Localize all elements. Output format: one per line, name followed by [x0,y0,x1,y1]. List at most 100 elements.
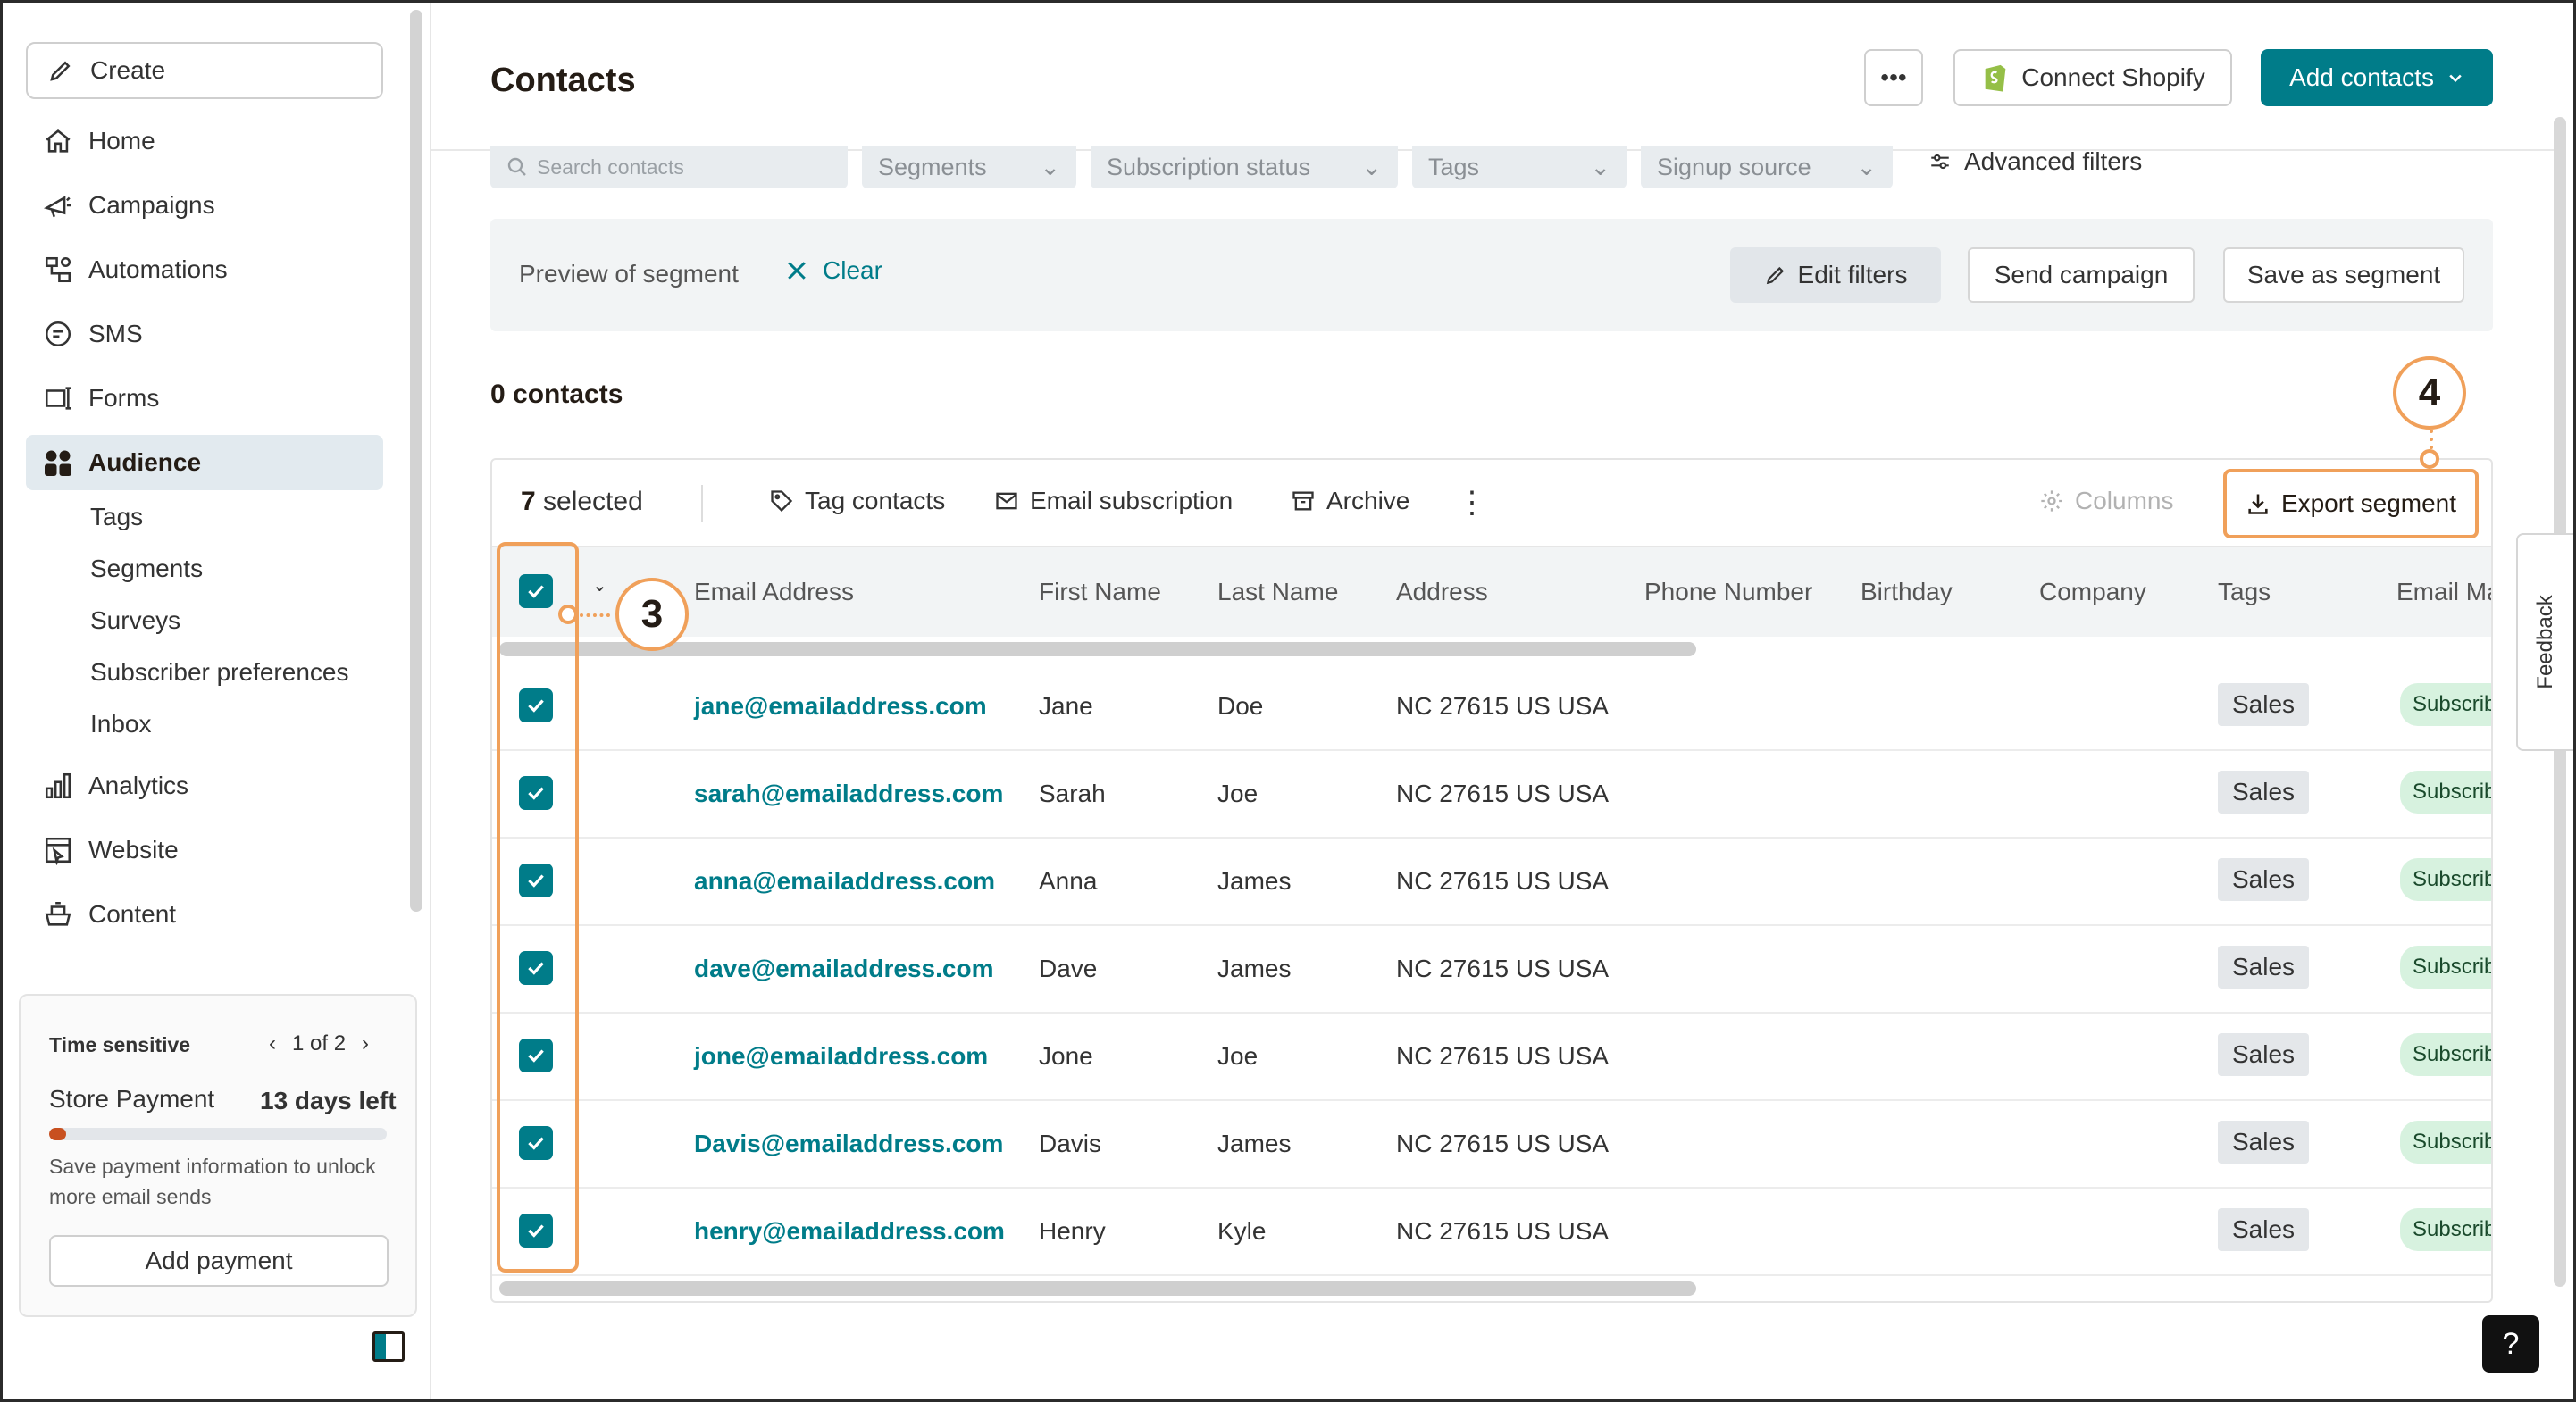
send-campaign-button[interactable]: Send campaign [1968,247,2195,303]
table-row[interactable]: henry@emailaddress.com Henry Kyle NC 27615 … [492,1189,2491,1276]
segment-preview-bar: Preview of segment Clear Edit filters Se… [490,219,2493,331]
tag-badge: Sales [2218,1208,2309,1251]
column-header-address[interactable]: Address [1396,578,1488,606]
create-button[interactable]: Create [26,42,383,99]
column-header-tags[interactable]: Tags [2218,578,2271,606]
nav-item-automations[interactable]: Automations [26,242,383,297]
connect-shopify-button[interactable]: Connect Shopify [1953,49,2232,106]
cell-first-name: Sarah [1039,780,1106,807]
column-header-last-name[interactable]: Last Name [1217,578,1338,606]
signup-source-dropdown[interactable]: Signup source ⌄ [1641,146,1893,188]
sliders-icon [1931,154,1949,170]
tag-badge: Sales [2218,1033,2309,1076]
nav-item-forms[interactable]: Forms [26,371,383,426]
cell-email[interactable]: jane@emailaddress.com [694,692,987,721]
table-row[interactable]: jone@emailaddress.com Jone Joe NC 27615 US … [492,1014,2491,1101]
status-badge: Subscribed [2400,1033,2491,1076]
help-button[interactable]: ? [2482,1315,2539,1373]
segments-dropdown[interactable]: Segments ⌄ [862,146,1076,188]
advanced-filters-label: Advanced filters [1964,147,2143,175]
create-label: Create [90,56,166,84]
add-contacts-label: Add contacts [2289,63,2434,91]
tags-dropdown[interactable]: Tags ⌄ [1412,146,1627,188]
columns-button[interactable]: Columns [2039,487,2173,515]
nav-item-home[interactable]: Home [26,113,383,169]
sidebar-item-surveys[interactable]: Surveys [90,606,180,635]
tag-contacts-button[interactable]: Tag contacts [769,487,945,515]
edit-filters-button[interactable]: Edit filters [1730,247,1941,303]
shopify-icon [1985,64,2006,92]
table-row[interactable]: Davis@emailaddress.com Davis James NC 27615… [492,1101,2491,1189]
cell-first-name: Dave [1039,955,1098,982]
cell-last-name: James [1217,1130,1292,1157]
nav-label: Audience [88,448,202,476]
save-as-segment-button[interactable]: Save as segment [2223,247,2464,303]
add-payment-button[interactable]: Add payment [49,1235,389,1287]
nav-item-analytics[interactable]: Analytics [26,758,383,814]
cell-last-name: Joe [1217,780,1259,807]
table-header: ⌄ Email Address First Name Last Name Add… [492,547,2491,637]
table-row[interactable]: sarah@emailaddress.com Sarah Joe NC 27615 U… [492,751,2491,839]
sidebar-item-inbox[interactable]: Inbox [90,710,152,739]
sidebar-scrollbar[interactable] [410,10,422,912]
cell-email[interactable]: henry@emailaddress.com [694,1217,1005,1246]
cell-address: NC 27615 US USA [1396,692,1610,720]
connect-shopify-label: Connect Shopify [2021,63,2205,91]
home-icon [38,121,78,161]
sidebar-item-subscriber-preferences[interactable]: Subscriber preferences [90,658,348,687]
subscription-status-dropdown[interactable]: Subscription status ⌄ [1091,146,1398,188]
nav-item-audience[interactable]: Audience [26,435,383,490]
search-icon [507,157,526,176]
audience-icon [38,443,78,482]
table-row[interactable]: jane@emailaddress.com Jane Doe NC 27615 US … [492,663,2491,751]
more-actions-button[interactable]: ••• [1864,49,1923,106]
nav-item-sms[interactable]: SMS [26,306,383,362]
cell-first-name: Henry [1039,1217,1106,1245]
cell-first-name: Anna [1039,867,1098,895]
dropdown-label: Signup source [1657,153,1811,180]
tag-badge: Sales [2218,1121,2309,1164]
table-horizontal-scrollbar[interactable] [499,1281,1696,1296]
column-header-email[interactable]: Email Address [694,578,854,606]
chevron-right-icon[interactable]: › [362,1031,369,1056]
table-horizontal-scrollbar-top[interactable] [499,642,1696,656]
column-header-first-name[interactable]: First Name [1039,578,1161,606]
sidebar-item-segments[interactable]: Segments [90,555,203,583]
table-row[interactable]: anna@emailaddress.com Anna James NC 27615 U… [492,839,2491,926]
chevron-down-icon: ⌄ [1361,153,1382,180]
more-vertical-icon[interactable]: ⋮ [1457,483,1487,522]
cell-email[interactable]: sarah@emailaddress.com [694,780,1003,808]
advanced-filters-button[interactable]: Advanced filters [1928,144,2142,179]
email-subscription-button[interactable]: Email subscription [994,487,1233,515]
add-contacts-button[interactable]: Add contacts [2261,49,2493,106]
chevron-left-icon[interactable]: ‹ [269,1031,276,1056]
nav-label: Analytics [88,772,189,799]
cell-last-name: Joe [1217,1042,1259,1070]
time-sensitive-card: Time sensitive ‹ 1 of 2 › Store Payment … [19,994,417,1317]
cell-email[interactable]: Davis@emailaddress.com [694,1130,1003,1158]
nav-item-website[interactable]: Website [26,822,383,878]
archive-button[interactable]: Archive [1291,487,1409,515]
status-badge: Subscribed [2400,1208,2491,1251]
search-input[interactable]: Search contacts [490,146,848,188]
gear-icon [2041,490,2062,512]
cell-email[interactable]: anna@emailaddress.com [694,867,995,896]
nav-item-campaigns[interactable]: Campaigns [26,178,383,233]
column-header-company[interactable]: Company [2039,578,2146,606]
clear-button[interactable]: Clear [783,256,882,285]
column-header-birthday[interactable]: Birthday [1861,578,1953,606]
cell-address: NC 27615 US USA [1396,1130,1610,1157]
cell-email[interactable]: dave@emailaddress.com [694,955,993,983]
table-row[interactable]: dave@emailaddress.com Dave James NC 27615 U… [492,926,2491,1014]
feedback-label: Feedback [2533,595,2557,689]
nav-item-content[interactable]: Content [26,887,383,942]
column-header-email-marketing[interactable]: Email Ma [2396,578,2491,606]
column-header-phone[interactable]: Phone Number [1644,578,1812,606]
export-segment-button[interactable]: Export segment [2223,469,2479,538]
feedback-tab[interactable]: Feedback [2516,533,2573,751]
status-badge: Subscribed [2400,771,2491,814]
sidebar-collapse-icon[interactable] [372,1331,405,1362]
sidebar-item-tags[interactable]: Tags [90,503,143,531]
chevron-down-icon[interactable]: ⌄ [592,574,607,597]
cell-email[interactable]: jone@emailaddress.com [694,1042,988,1071]
